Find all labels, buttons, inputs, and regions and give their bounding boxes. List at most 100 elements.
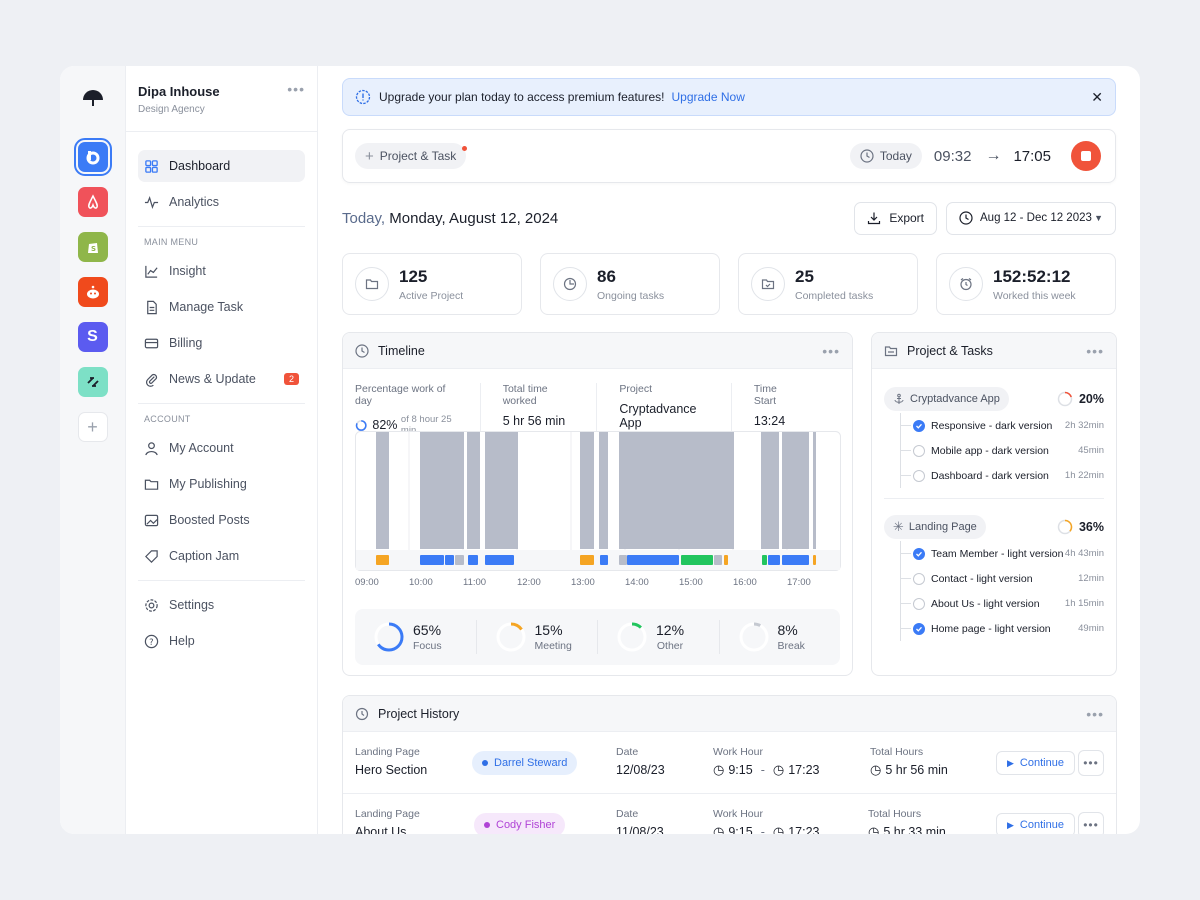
summary-label: Other	[656, 640, 684, 652]
checkbox-checked-icon[interactable]	[913, 622, 925, 635]
stat-card-active-project: 125 Active Project	[342, 253, 522, 315]
reddit-icon[interactable]	[77, 277, 108, 307]
more-button[interactable]: •••	[1078, 812, 1104, 834]
summary-focus: 65% Focus	[355, 620, 477, 654]
task-item[interactable]: Team Member - light version 4h 43min	[901, 541, 1104, 566]
page-title: Today, Monday, August 12, 2024	[342, 210, 558, 227]
airbnb-icon[interactable]	[77, 187, 108, 217]
progress-ring-icon	[1057, 391, 1073, 407]
card-title: Project & Tasks	[907, 343, 993, 358]
sidebar-item-insight[interactable]: Insight	[138, 255, 305, 287]
stop-button[interactable]	[1071, 141, 1101, 171]
svg-text:?: ?	[149, 636, 153, 646]
summary-value: 65%	[413, 622, 442, 638]
alarm-icon	[949, 267, 983, 301]
more-icon[interactable]: •••	[287, 82, 305, 96]
project-name: Landing Page	[908, 521, 977, 533]
help-icon: ?	[144, 634, 159, 648]
checkbox-icon[interactable]	[913, 572, 925, 585]
task-item[interactable]: Responsive - dark version 2h 32min	[901, 413, 1104, 438]
close-icon[interactable]: ✕	[1091, 89, 1103, 106]
work-to: 17:23	[788, 825, 820, 834]
sidebar-item-billing[interactable]: Billing	[138, 327, 305, 359]
s-app-icon[interactable]: S	[77, 322, 108, 352]
row-project: Landing Page	[355, 746, 420, 758]
project-tasks-header: Project & Tasks •••	[872, 333, 1116, 369]
today-button[interactable]: Today	[849, 143, 922, 169]
summary-value: 8%	[777, 622, 798, 638]
checkbox-checked-icon[interactable]	[913, 419, 925, 432]
task-label: Team Member - light version	[931, 547, 1064, 560]
time-tracker-bar: + Project & Task Today 09:32 → 17:05	[342, 129, 1116, 183]
continue-button[interactable]: ▶ Continue	[996, 813, 1075, 834]
chevron-down-icon: ▼	[1094, 213, 1103, 223]
add-app-button[interactable]: +	[77, 412, 108, 442]
progress-ring-icon	[1057, 519, 1073, 535]
task-item[interactable]: About Us - light version 1h 15min	[901, 591, 1104, 616]
task-item[interactable]: Contact - light version 12min	[901, 566, 1104, 591]
summary-label: Focus	[413, 640, 442, 652]
workspace-header[interactable]: Dipa Inhouse Design Agency •••	[126, 82, 317, 132]
more-icon[interactable]: •••	[1086, 707, 1104, 721]
time-start: Time Start 13:24	[754, 383, 818, 436]
task-item[interactable]: Dashboard - dark version 1h 22min	[901, 463, 1104, 488]
continue-button[interactable]: ▶ Continue	[996, 751, 1075, 775]
task-item[interactable]: Home page - light version 49min	[901, 616, 1104, 641]
sidebar-item-caption-jam[interactable]: Caption Jam	[138, 540, 305, 572]
date-row: Today, Monday, August 12, 2024 Export Au…	[342, 201, 1116, 235]
pie-icon	[553, 267, 587, 301]
umbrella-logo-icon	[81, 86, 105, 116]
checkbox-icon[interactable]	[913, 469, 925, 482]
date-range-select[interactable]: Aug 12 - Dec 12 2023 ▼	[946, 201, 1116, 235]
sidebar-item-help[interactable]: ? Help	[138, 625, 305, 657]
more-button[interactable]: •••	[1078, 750, 1104, 776]
summary-meeting: 15% Meeting	[477, 620, 598, 654]
sidebar-item-label: Billing	[169, 336, 203, 350]
app-b-icon[interactable]	[73, 138, 112, 176]
timeline-header: Timeline •••	[343, 333, 852, 369]
today-label: Today	[879, 149, 912, 163]
checkbox-checked-icon[interactable]	[913, 547, 925, 560]
task-item[interactable]: Mobile app - dark version 45min	[901, 438, 1104, 463]
checkbox-icon[interactable]	[913, 597, 925, 610]
notification-dot	[462, 146, 468, 151]
sidebar-item-dashboard[interactable]: Dashboard	[138, 150, 305, 182]
summary-break: 8% Break	[720, 620, 841, 654]
row-date: 11/08/23	[616, 825, 664, 834]
project-tag[interactable]: ✳ Landing Page	[884, 515, 986, 539]
add-project-task-button[interactable]: + Project & Task	[355, 143, 468, 169]
more-icon[interactable]: •••	[1086, 344, 1104, 358]
checkbox-icon[interactable]	[913, 444, 925, 457]
link-app-icon[interactable]	[77, 367, 108, 397]
sidebar-item-manage-task[interactable]: Manage Task	[138, 291, 305, 323]
task-label: Mobile app - dark version	[931, 444, 1049, 457]
sidebar-item-boosted-posts[interactable]: Boosted Posts	[138, 504, 305, 536]
sidebar-item-my-publishing[interactable]: My Publishing	[138, 468, 305, 500]
sidebar-item-analytics[interactable]: Analytics	[138, 186, 305, 218]
tag-icon	[145, 549, 158, 563]
workspace-subtitle: Design Agency	[138, 104, 205, 115]
upgrade-banner: Upgrade your plan today to access premiu…	[342, 78, 1116, 116]
shopify-icon[interactable]: S	[77, 232, 108, 262]
export-button[interactable]: Export	[854, 201, 937, 235]
folder-icon	[884, 345, 898, 356]
chart-line-icon	[145, 265, 158, 278]
axis-tick: 09:00	[355, 577, 379, 588]
info-value: 82%	[372, 418, 398, 432]
sidebar-item-settings[interactable]: Settings	[138, 589, 305, 621]
work-from: 9:15	[728, 825, 753, 834]
meeting-ring	[496, 622, 525, 652]
assignee-badge: Cody Fisher	[474, 813, 566, 834]
download-icon	[868, 212, 881, 225]
info-value: 13:24	[753, 414, 786, 428]
project-tag[interactable]: Cryptadvance App	[884, 387, 1009, 411]
more-icon[interactable]: •••	[822, 344, 840, 358]
gear-icon	[145, 598, 158, 612]
stat-card-ongoing-tasks: 86 Ongoing tasks	[540, 253, 720, 315]
sidebar-item-my-account[interactable]: My Account	[138, 432, 305, 464]
upgrade-now-link[interactable]: Upgrade Now	[671, 90, 744, 104]
sidebar-item-news-update[interactable]: News & Update 2	[138, 363, 305, 395]
clock-icon: ◷	[772, 824, 785, 834]
stop-icon	[1081, 151, 1091, 161]
card-title: Project History	[378, 706, 460, 721]
